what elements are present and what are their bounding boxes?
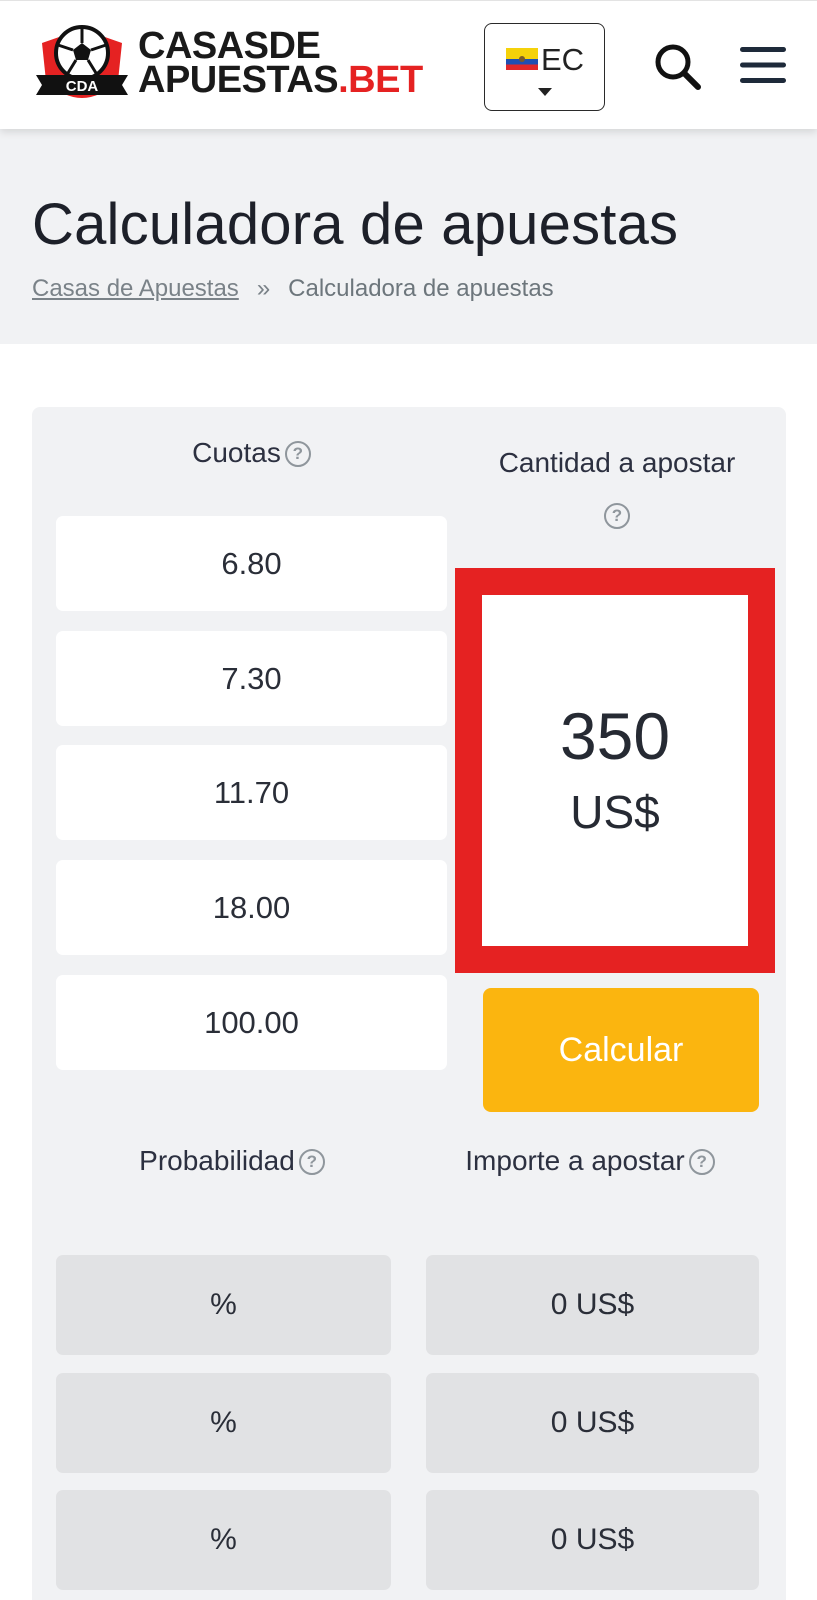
search-icon[interactable] [652, 41, 704, 93]
odds-input-3[interactable]: 11.70 [56, 745, 447, 840]
probability-column-header: Probabilidad? [56, 1145, 408, 1177]
page-title: Calculadora de apuestas [32, 192, 679, 257]
hamburger-menu-icon[interactable] [740, 45, 786, 85]
odds-input-5[interactable]: 100.00 [56, 975, 447, 1070]
stake-input[interactable]: 350 US$ [482, 595, 748, 946]
amount-output-1: 0 US$ [426, 1255, 759, 1355]
stake-currency: US$ [570, 786, 660, 838]
amount-output-3: 0 US$ [426, 1490, 759, 1590]
probability-output-3: % [56, 1490, 391, 1590]
stake-column-header: Cantidad a apostar ? [462, 437, 772, 541]
help-icon[interactable]: ? [284, 441, 311, 467]
stake-label: Cantidad a apostar [498, 447, 736, 478]
logo-wordmark: CASASDE APUESTAS.BET [138, 27, 423, 99]
amount-column-header: Importe a apostar? [425, 1145, 755, 1177]
site-logo[interactable]: CDA CASASDE APUESTAS.BET [34, 23, 454, 109]
stake-highlight-frame: 350 US$ [455, 568, 775, 973]
probability-label: Probabilidad [139, 1145, 295, 1176]
ecuador-flag-icon [506, 48, 538, 70]
odds-input-1[interactable]: 6.80 [56, 516, 447, 611]
soccer-ball-logo-icon: CDA [36, 25, 128, 98]
help-icon[interactable]: ? [604, 503, 630, 529]
chevron-down-icon [538, 88, 552, 96]
probability-output-2: % [56, 1373, 391, 1473]
page-title-section: Calculadora de apuestas Casas de Apuesta… [0, 129, 817, 344]
language-code: EC [541, 42, 585, 77]
language-selector-button[interactable]: EC [484, 23, 605, 111]
odds-label: Cuotas [192, 437, 281, 468]
probability-output-1: % [56, 1255, 391, 1355]
bet-calculator-panel: Cuotas? Cantidad a apostar ? 6.80 7.30 1… [32, 407, 786, 1600]
logo-word-apuestas: APUESTAS [138, 59, 339, 101]
breadcrumb-separator: » [256, 275, 271, 302]
logo-badge-text: CDA [66, 78, 99, 95]
amount-output-2: 0 US$ [426, 1373, 759, 1473]
odds-input-4[interactable]: 18.00 [56, 860, 447, 955]
breadcrumb-current: Calculadora de apuestas [288, 275, 554, 302]
site-header: CDA CASASDE APUESTAS.BET EC [0, 0, 817, 129]
breadcrumb-home-link[interactable]: Casas de Apuestas [32, 275, 239, 302]
help-icon[interactable]: ? [688, 1149, 715, 1175]
help-icon[interactable]: ? [298, 1149, 325, 1175]
amount-label: Importe a apostar [465, 1145, 685, 1176]
calculate-button[interactable]: Calcular [483, 988, 759, 1112]
odds-input-2[interactable]: 7.30 [56, 631, 447, 726]
breadcrumb: Casas de Apuestas » Calculadora de apuesta… [32, 275, 554, 303]
logo-word-bet: .BET [338, 59, 423, 101]
stake-value: 350 [559, 699, 671, 773]
odds-column-header: Cuotas? [56, 437, 447, 469]
